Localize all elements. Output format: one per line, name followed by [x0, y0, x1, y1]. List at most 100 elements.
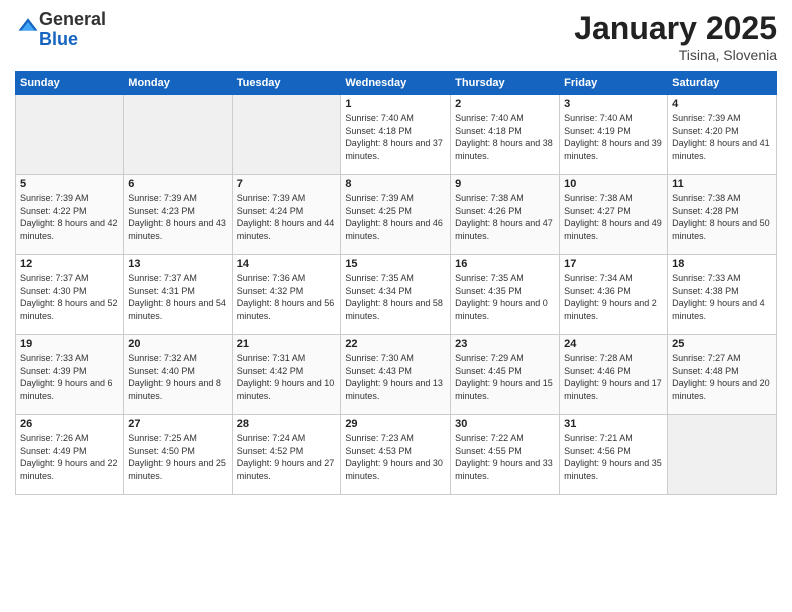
day-number: 9 — [455, 178, 555, 190]
day-info: Sunrise: 7:39 AM Sunset: 4:20 PM Dayligh… — [672, 112, 772, 162]
calendar-cell: 12 Sunrise: 7:37 AM Sunset: 4:30 PM Dayli… — [16, 255, 124, 335]
day-number: 24 — [564, 338, 663, 350]
day-number: 25 — [672, 338, 772, 350]
day-info: Sunrise: 7:38 AM Sunset: 4:28 PM Dayligh… — [672, 192, 772, 242]
day-info: Sunrise: 7:39 AM Sunset: 4:24 PM Dayligh… — [237, 192, 337, 242]
day-number: 1 — [345, 98, 446, 110]
calendar-cell: 26 Sunrise: 7:26 AM Sunset: 4:49 PM Dayli… — [16, 415, 124, 495]
calendar-cell: 2Sunrise: 7:40 AM Sunset: 4:18 PM Daylig… — [451, 95, 560, 175]
day-info: Sunrise: 7:35 AM Sunset: 4:35 PM Dayligh… — [455, 272, 555, 322]
calendar-cell: 29Sunrise: 7:23 AM Sunset: 4:53 PM Dayli… — [341, 415, 451, 495]
day-number: 7 — [237, 178, 337, 190]
calendar-body: 1 Sunrise: 7:40 AM Sunset: 4:18 PM Daylig… — [16, 95, 777, 495]
calendar-cell — [668, 415, 777, 495]
day-number: 6 — [128, 178, 227, 190]
day-number: 22 — [345, 338, 446, 350]
day-info: Sunrise: 7:28 AM Sunset: 4:46 PM Dayligh… — [564, 352, 663, 402]
calendar-cell: 11 Sunrise: 7:38 AM Sunset: 4:28 PM Dayli… — [668, 175, 777, 255]
calendar-table: SundayMondayTuesdayWednesdayThursdayFrid… — [15, 71, 777, 495]
weekday-header-row: SundayMondayTuesdayWednesdayThursdayFrid… — [16, 72, 777, 95]
calendar-cell: 16 Sunrise: 7:35 AM Sunset: 4:35 PM Dayli… — [451, 255, 560, 335]
calendar-week-row: 12 Sunrise: 7:37 AM Sunset: 4:30 PM Dayli… — [16, 255, 777, 335]
day-info: Sunrise: 7:39 AM Sunset: 4:23 PM Dayligh… — [128, 192, 227, 242]
calendar-cell: 17 Sunrise: 7:34 AM Sunset: 4:36 PM Dayli… — [560, 255, 668, 335]
day-info: Sunrise: 7:30 AM Sunset: 4:43 PM Dayligh… — [345, 352, 446, 402]
day-number: 26 — [20, 418, 119, 430]
day-number: 30 — [455, 418, 555, 430]
calendar-cell: 25 Sunrise: 7:27 AM Sunset: 4:48 PM Dayli… — [668, 335, 777, 415]
day-number: 11 — [672, 178, 772, 190]
day-info: Sunrise: 7:35 AM Sunset: 4:34 PM Dayligh… — [345, 272, 446, 322]
weekday-header: Sunday — [16, 72, 124, 95]
calendar-cell: 27Sunrise: 7:25 AM Sunset: 4:50 PM Dayli… — [124, 415, 232, 495]
calendar-cell — [16, 95, 124, 175]
day-info: Sunrise: 7:37 AM Sunset: 4:31 PM Dayligh… — [128, 272, 227, 322]
calendar-cell: 9 Sunrise: 7:38 AM Sunset: 4:26 PM Daylig… — [451, 175, 560, 255]
day-info: Sunrise: 7:38 AM Sunset: 4:26 PM Dayligh… — [455, 192, 555, 242]
day-number: 27 — [128, 418, 227, 430]
calendar-cell: 5 Sunrise: 7:39 AM Sunset: 4:22 PM Daylig… — [16, 175, 124, 255]
day-info: Sunrise: 7:38 AM Sunset: 4:27 PM Dayligh… — [564, 192, 663, 242]
calendar-cell: 21Sunrise: 7:31 AM Sunset: 4:42 PM Dayli… — [232, 335, 341, 415]
calendar-cell: 23Sunrise: 7:29 AM Sunset: 4:45 PM Dayli… — [451, 335, 560, 415]
day-info: Sunrise: 7:32 AM Sunset: 4:40 PM Dayligh… — [128, 352, 227, 402]
day-number: 4 — [672, 98, 772, 110]
logo: General Blue — [15, 10, 106, 50]
calendar-week-row: 26 Sunrise: 7:26 AM Sunset: 4:49 PM Dayli… — [16, 415, 777, 495]
day-info: Sunrise: 7:40 AM Sunset: 4:19 PM Dayligh… — [564, 112, 663, 162]
day-info: Sunrise: 7:22 AM Sunset: 4:55 PM Dayligh… — [455, 432, 555, 482]
header: General Blue January 2025 Tisina, Sloven… — [15, 10, 777, 63]
day-number: 3 — [564, 98, 663, 110]
day-info: Sunrise: 7:40 AM Sunset: 4:18 PM Dayligh… — [345, 112, 446, 162]
calendar-cell: 10 Sunrise: 7:38 AM Sunset: 4:27 PM Dayli… — [560, 175, 668, 255]
calendar-cell: 28 Sunrise: 7:24 AM Sunset: 4:52 PM Dayli… — [232, 415, 341, 495]
day-number: 18 — [672, 258, 772, 270]
calendar-header: SundayMondayTuesdayWednesdayThursdayFrid… — [16, 72, 777, 95]
logo-icon — [17, 16, 39, 38]
weekday-header: Monday — [124, 72, 232, 95]
calendar-cell — [232, 95, 341, 175]
calendar-cell: 30 Sunrise: 7:22 AM Sunset: 4:55 PM Dayli… — [451, 415, 560, 495]
day-info: Sunrise: 7:27 AM Sunset: 4:48 PM Dayligh… — [672, 352, 772, 402]
day-info: Sunrise: 7:24 AM Sunset: 4:52 PM Dayligh… — [237, 432, 337, 482]
day-info: Sunrise: 7:29 AM Sunset: 4:45 PM Dayligh… — [455, 352, 555, 402]
day-number: 29 — [345, 418, 446, 430]
day-info: Sunrise: 7:21 AM Sunset: 4:56 PM Dayligh… — [564, 432, 663, 482]
logo-general: General — [39, 9, 106, 29]
calendar-cell: 22 Sunrise: 7:30 AM Sunset: 4:43 PM Dayli… — [341, 335, 451, 415]
day-number: 12 — [20, 258, 119, 270]
day-number: 19 — [20, 338, 119, 350]
month-title: January 2025 — [574, 10, 777, 47]
calendar-week-row: 5 Sunrise: 7:39 AM Sunset: 4:22 PM Daylig… — [16, 175, 777, 255]
day-info: Sunrise: 7:39 AM Sunset: 4:22 PM Dayligh… — [20, 192, 119, 242]
day-number: 17 — [564, 258, 663, 270]
day-info: Sunrise: 7:39 AM Sunset: 4:25 PM Dayligh… — [345, 192, 446, 242]
title-block: January 2025 Tisina, Slovenia — [574, 10, 777, 63]
day-info: Sunrise: 7:26 AM Sunset: 4:49 PM Dayligh… — [20, 432, 119, 482]
calendar-cell: 18Sunrise: 7:33 AM Sunset: 4:38 PM Dayli… — [668, 255, 777, 335]
day-number: 10 — [564, 178, 663, 190]
day-number: 16 — [455, 258, 555, 270]
calendar-cell: 4 Sunrise: 7:39 AM Sunset: 4:20 PM Daylig… — [668, 95, 777, 175]
logo-text: General Blue — [39, 10, 106, 50]
calendar-cell: 14 Sunrise: 7:36 AM Sunset: 4:32 PM Dayli… — [232, 255, 341, 335]
calendar-week-row: 19 Sunrise: 7:33 AM Sunset: 4:39 PM Dayli… — [16, 335, 777, 415]
day-number: 28 — [237, 418, 337, 430]
calendar-cell: 31 Sunrise: 7:21 AM Sunset: 4:56 PM Dayli… — [560, 415, 668, 495]
calendar-cell: 8Sunrise: 7:39 AM Sunset: 4:25 PM Daylig… — [341, 175, 451, 255]
calendar-cell: 20Sunrise: 7:32 AM Sunset: 4:40 PM Dayli… — [124, 335, 232, 415]
calendar-cell: 13 Sunrise: 7:37 AM Sunset: 4:31 PM Dayli… — [124, 255, 232, 335]
day-info: Sunrise: 7:33 AM Sunset: 4:39 PM Dayligh… — [20, 352, 119, 402]
day-info: Sunrise: 7:37 AM Sunset: 4:30 PM Dayligh… — [20, 272, 119, 322]
day-info: Sunrise: 7:36 AM Sunset: 4:32 PM Dayligh… — [237, 272, 337, 322]
location: Tisina, Slovenia — [574, 47, 777, 63]
day-number: 31 — [564, 418, 663, 430]
day-info: Sunrise: 7:40 AM Sunset: 4:18 PM Dayligh… — [455, 112, 555, 162]
day-info: Sunrise: 7:34 AM Sunset: 4:36 PM Dayligh… — [564, 272, 663, 322]
day-number: 14 — [237, 258, 337, 270]
calendar-cell: 24 Sunrise: 7:28 AM Sunset: 4:46 PM Dayli… — [560, 335, 668, 415]
day-number: 5 — [20, 178, 119, 190]
calendar-cell: 6 Sunrise: 7:39 AM Sunset: 4:23 PM Daylig… — [124, 175, 232, 255]
weekday-header: Thursday — [451, 72, 560, 95]
day-number: 13 — [128, 258, 227, 270]
